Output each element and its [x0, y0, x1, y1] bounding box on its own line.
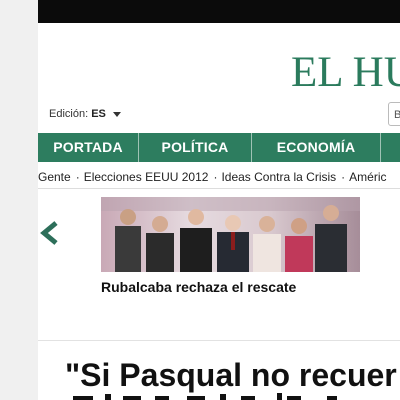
subnav-item-elecciones[interactable]: Elecciones EEUU 2012 [84, 170, 209, 184]
site-logo[interactable]: EL HU [291, 48, 400, 98]
main-nav: PORTADA POLÍTICA ECONOMÍA [38, 133, 400, 162]
edition-label: Edición: [49, 108, 89, 120]
edition-value[interactable]: ES [91, 108, 106, 120]
caret-down-icon[interactable] [112, 111, 121, 117]
nav-item-economia[interactable]: ECONOMÍA [252, 133, 380, 162]
subnav-item-america[interactable]: Améric [349, 170, 386, 184]
subnav-separator: · [213, 170, 218, 184]
headline-second-line [73, 393, 337, 400]
nav-item-portada[interactable]: PORTADA [38, 133, 138, 162]
article-headline[interactable]: "Si Pasqual no recuer [65, 356, 397, 394]
nav-separator [380, 133, 381, 162]
subnav-separator: · [341, 170, 346, 184]
edition-selector[interactable]: Edición: ES [49, 106, 121, 122]
secondary-nav: Gente · Elecciones EEUU 2012 · Ideas Contra … [38, 168, 400, 186]
subnav-item-gente[interactable]: Gente [38, 170, 71, 184]
search-input[interactable]: B [388, 102, 400, 126]
feature-photo[interactable] [101, 197, 360, 272]
left-gutter [0, 0, 38, 400]
subnav-divider [38, 188, 400, 189]
top-bar [38, 0, 400, 23]
nav-item-politica[interactable]: POLÍTICA [139, 133, 251, 162]
subnav-item-ideas[interactable]: Ideas Contra la Crisis [221, 170, 336, 184]
subnav-separator: · [75, 170, 80, 184]
chevron-left-icon[interactable] [37, 220, 61, 246]
feature-caption[interactable]: Rubalcaba rechaza el rescate [101, 279, 296, 295]
section-divider [38, 340, 400, 341]
